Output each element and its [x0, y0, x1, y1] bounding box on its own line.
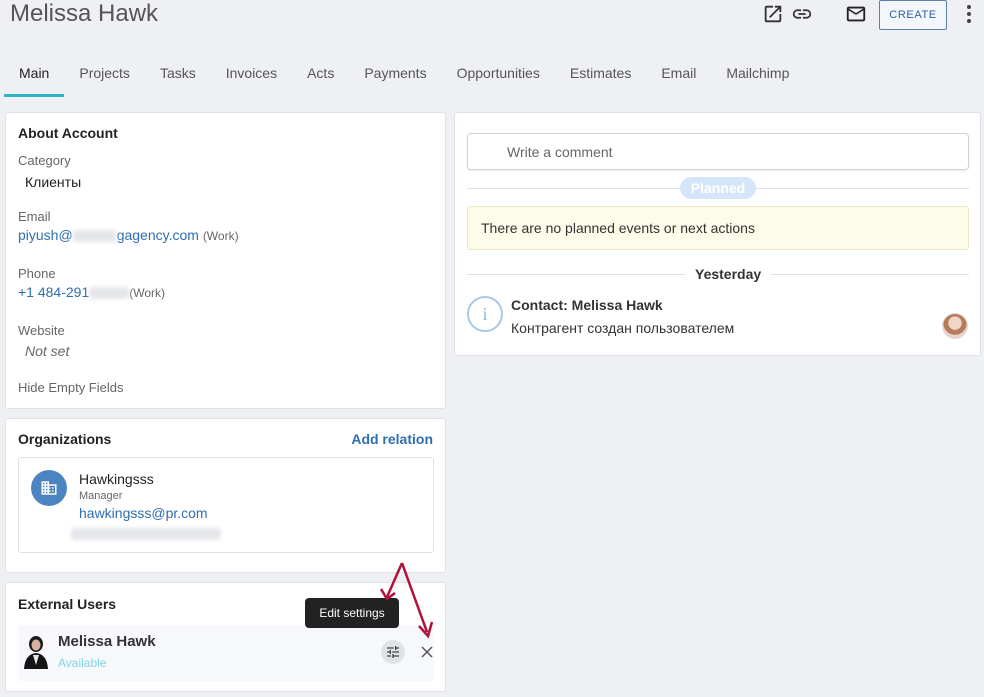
hide-empty-fields-link[interactable]: Hide Empty Fields [18, 380, 123, 395]
activity-feed-card: Write a comment Planned There are no pla… [454, 112, 981, 356]
tab-invoices[interactable]: Invoices [211, 54, 292, 97]
building-icon [31, 470, 67, 506]
tab-payments[interactable]: Payments [349, 54, 441, 97]
website-value[interactable]: Not set [25, 343, 69, 359]
organizations-card: Organizations Add relation Hawkingsss Ma… [5, 418, 446, 573]
organization-role: Manager [79, 490, 123, 502]
phone-value: +1 484-291 (Work) [18, 284, 165, 300]
tab-email[interactable]: Email [646, 54, 711, 97]
mail-icon[interactable] [845, 3, 867, 25]
phone-label: Phone [18, 266, 56, 281]
phone-type: (Work) [129, 286, 166, 300]
external-user-name[interactable]: Melissa Hawk [58, 633, 156, 650]
user-photo-avatar [24, 636, 48, 669]
organizations-title: Organizations [18, 431, 112, 447]
event-text: Контрагент создан пользователем [511, 320, 735, 336]
category-label: Category [18, 153, 71, 168]
link-icon[interactable] [791, 3, 813, 25]
comment-input[interactable]: Write a comment [467, 133, 969, 170]
website-label: Website [18, 323, 65, 338]
create-button[interactable]: CREATE [879, 0, 947, 30]
yesterday-label: Yesterday [685, 266, 772, 282]
email-link[interactable]: piyush@ gagency.com [18, 227, 199, 243]
organization-name[interactable]: Hawkingsss [79, 471, 154, 487]
tab-tasks[interactable]: Tasks [145, 54, 211, 97]
category-value[interactable]: Клиенты [25, 174, 81, 190]
external-user-status: Available [58, 656, 107, 670]
email-value: piyush@ gagency.com (Work) [18, 227, 239, 243]
tab-bar: Main Projects Tasks Invoices Acts Paymen… [4, 54, 804, 98]
about-account-card: About Account Category Клиенты Email piy… [5, 112, 446, 409]
about-account-title: About Account [18, 125, 118, 141]
phone-link[interactable]: +1 484-291 [18, 284, 89, 300]
event-title[interactable]: Contact: Melissa Hawk [511, 297, 663, 313]
tab-mailchimp[interactable]: Mailchimp [711, 54, 804, 97]
tab-estimates[interactable]: Estimates [555, 54, 646, 97]
external-users-title: External Users [18, 596, 117, 612]
user-avatar[interactable] [942, 313, 968, 339]
email-type: (Work) [202, 229, 239, 243]
organization-item: Hawkingsss Manager hawkingsss@pr.com [18, 457, 434, 553]
planned-badge: Planned [680, 177, 756, 199]
tab-main[interactable]: Main [4, 54, 65, 97]
open-in-new-icon[interactable] [762, 3, 784, 25]
close-icon[interactable] [420, 645, 434, 659]
no-events-notice: There are no planned events or next acti… [467, 206, 969, 250]
more-vert-icon[interactable] [962, 4, 976, 24]
tab-projects[interactable]: Projects [64, 54, 145, 97]
organization-email[interactable]: hawkingsss@pr.com [79, 505, 208, 521]
tab-acts[interactable]: Acts [292, 54, 349, 97]
add-relation-link[interactable]: Add relation [351, 431, 433, 447]
tune-icon [387, 646, 399, 658]
blurred-field [71, 528, 221, 540]
email-label: Email [18, 209, 51, 224]
tab-opportunities[interactable]: Opportunities [442, 54, 555, 97]
info-icon: i [467, 296, 503, 332]
annotation-arrows [379, 562, 434, 639]
external-user-row: Melissa Hawk Available [18, 625, 434, 681]
page-title: Melissa Hawk [10, 0, 159, 27]
